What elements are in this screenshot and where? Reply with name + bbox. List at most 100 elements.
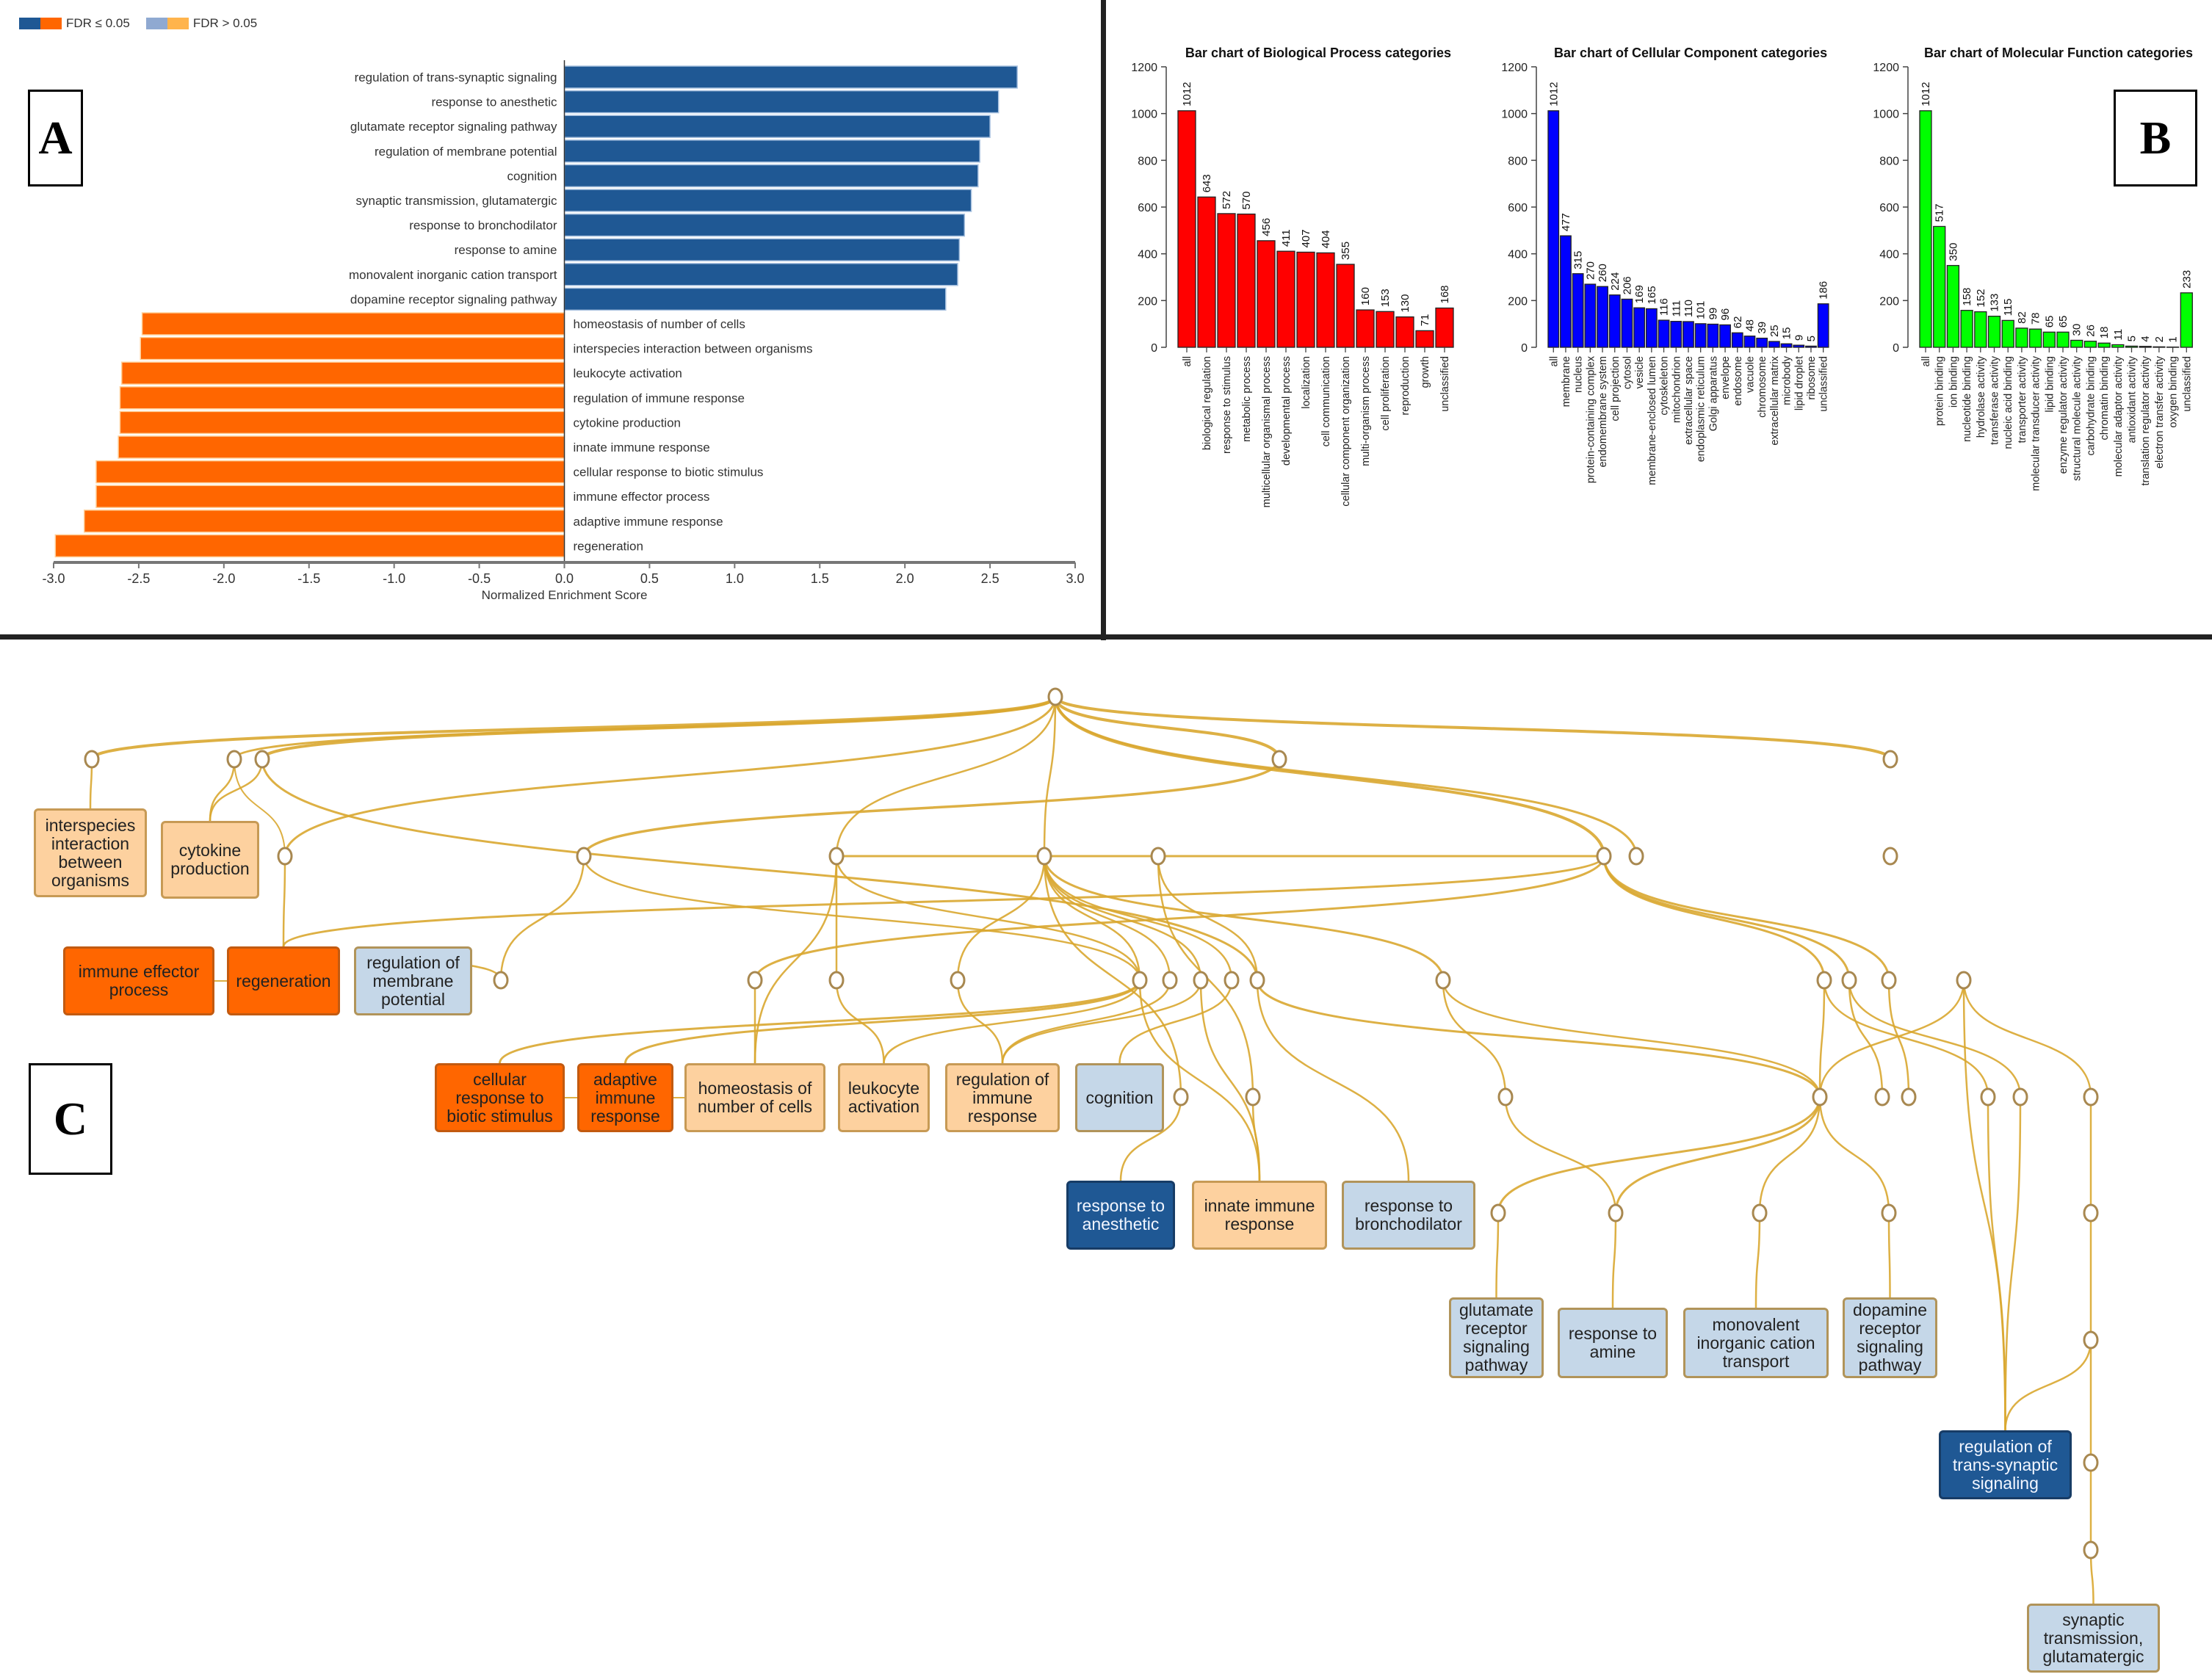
cc-data-label: 9 (1793, 335, 1805, 341)
mf-bar (1974, 311, 1987, 348)
go-term-node[interactable]: response to amine (1558, 1308, 1668, 1378)
cc-x-tick-label: ribosome (1806, 356, 1818, 400)
mf-y-tick-label: 1200 (1873, 62, 1899, 74)
mf-bar (2001, 319, 2014, 348)
go-term-node[interactable]: regulation of membrane potential (354, 946, 472, 1015)
cc-bar (1645, 308, 1658, 348)
mf-data-label: 233 (2180, 270, 2193, 289)
go-term-node[interactable]: regeneration (227, 946, 340, 1015)
mf-data-label: 152 (1975, 289, 1987, 308)
bp-bar (1276, 250, 1295, 348)
network-edge (1602, 855, 1890, 981)
go-term-node[interactable]: synaptic transmission, glutamatergic (2027, 1604, 2160, 1673)
network-edge (1054, 696, 1605, 857)
go-term-node[interactable]: adaptive immune response (577, 1063, 673, 1132)
nes-bar (563, 115, 991, 138)
go-term-node[interactable]: interspecies interaction between organis… (34, 808, 147, 897)
x-tick-label: 2.0 (896, 571, 914, 586)
cc-bar (1731, 332, 1743, 348)
mf-x-tick-label: transferase activity (1989, 355, 2001, 445)
mf-data-label: 18 (2098, 327, 2111, 339)
go-term-node[interactable]: dopamine receptor signaling pathway (1843, 1297, 1937, 1378)
go-term-node[interactable]: response to anesthetic (1066, 1181, 1175, 1250)
nes-bar (563, 65, 1018, 89)
mf-bar (1960, 310, 1973, 348)
mf-bar (1933, 225, 1946, 348)
mf-x-tick-label: protein binding (1934, 356, 1946, 426)
cc-x-tick-label: all (1548, 356, 1560, 367)
go-term-node[interactable]: immune effector process (63, 946, 214, 1015)
bp-bar (1415, 330, 1434, 348)
x-tick-label: 3.0 (1066, 571, 1084, 586)
network-anchor-node (1874, 1087, 1890, 1106)
network-edge (1887, 1212, 1891, 1298)
x-tick-label: -3.0 (42, 571, 65, 586)
cc-data-label: 101 (1695, 301, 1707, 319)
network-anchor-node (1036, 847, 1052, 866)
network-anchor-node (1162, 971, 1178, 990)
network-anchor-node (1132, 971, 1148, 990)
mf-bar (2180, 292, 2193, 348)
go-term-node[interactable]: leukocyte activation (838, 1063, 930, 1132)
bp-data-label: 643 (1201, 174, 1213, 192)
panel-label-c: C (29, 1063, 112, 1175)
bp-data-label: 168 (1439, 285, 1451, 303)
cc-data-label: 224 (1609, 272, 1622, 291)
network-edge (1256, 979, 1821, 1098)
network-edge (282, 855, 1605, 947)
cc-y-tick-label: 1000 (1501, 109, 1528, 121)
nes-bar (563, 213, 966, 237)
bp-data-label: 153 (1379, 289, 1392, 307)
cc-data-label: 186 (1818, 281, 1830, 300)
cc-data-label: 110 (1683, 300, 1695, 317)
go-term-node[interactable]: regulation of trans-synaptic signaling (1939, 1430, 2072, 1499)
x-tick-label: 1.0 (726, 571, 744, 586)
bp-x-tick-label: localization (1301, 356, 1312, 409)
go-term-node[interactable]: innate immune response (1192, 1181, 1327, 1250)
bp-y-tick-label: 400 (1138, 249, 1157, 261)
x-axis-title: Normalized Enrichment Score (482, 588, 648, 602)
x-tick-label: -1.5 (297, 571, 320, 586)
network-anchor-node (1882, 847, 1898, 866)
cc-data-label: 48 (1743, 319, 1756, 332)
network-edge (753, 855, 1605, 981)
nes-category-label: regeneration (574, 539, 643, 553)
go-term-node[interactable]: monovalent inorganic cation transport (1683, 1308, 1829, 1378)
nes-bar (95, 485, 565, 508)
network-anchor-node (576, 847, 592, 866)
go-term-node[interactable]: cytokine production (161, 821, 259, 899)
go-term-node[interactable]: homeostasis of number of cells (684, 1063, 825, 1132)
network-anchor-node (1047, 687, 1063, 706)
cc-y-tick-label: 200 (1508, 295, 1528, 308)
network-anchor-node (1596, 847, 1612, 866)
cc-x-tick-label: endosome (1732, 356, 1744, 406)
mf-x-tick-label: lipid binding (2044, 356, 2056, 413)
network-anchor-node (1245, 1087, 1261, 1106)
go-term-node[interactable]: response to bronchodilator (1342, 1181, 1475, 1250)
bp-data-label: 355 (1340, 242, 1352, 260)
cc-x-tick-label: vesicle (1634, 356, 1646, 388)
go-network-edges (84, 687, 2099, 1604)
bp-data-label: 71 (1419, 314, 1431, 327)
cc-y-tick-label: 400 (1508, 249, 1528, 261)
mf-data-label: 11 (2112, 329, 2125, 341)
bp-x-tick-label: developmental process (1281, 356, 1293, 466)
go-term-node[interactable]: cellular response to biotic stimulus (435, 1063, 565, 1132)
cc-bar (1743, 336, 1756, 348)
x-tick-label: -2.5 (127, 571, 150, 586)
go-term-node[interactable]: glutamate receptor signaling pathway (1449, 1297, 1544, 1378)
mf-y-tick-label: 600 (1879, 202, 1899, 214)
network-edge (90, 695, 1057, 761)
network-anchor-node (1881, 971, 1897, 990)
network-anchor-node (1901, 1087, 1917, 1106)
network-edge (1054, 696, 1892, 760)
go-term-node[interactable]: regulation of immune response (945, 1063, 1060, 1132)
mf-bar (2097, 342, 2111, 348)
nes-category-label: dopamine receptor signaling pathway (350, 292, 557, 306)
bp-bar (1316, 252, 1335, 348)
cc-y-tick-label: 1200 (1501, 62, 1528, 74)
cc-data-label: 5 (1805, 336, 1818, 341)
go-term-node[interactable]: cognition (1075, 1063, 1164, 1132)
mf-bar (2083, 341, 2097, 348)
cc-x-tick-label: membrane (1561, 356, 1572, 407)
